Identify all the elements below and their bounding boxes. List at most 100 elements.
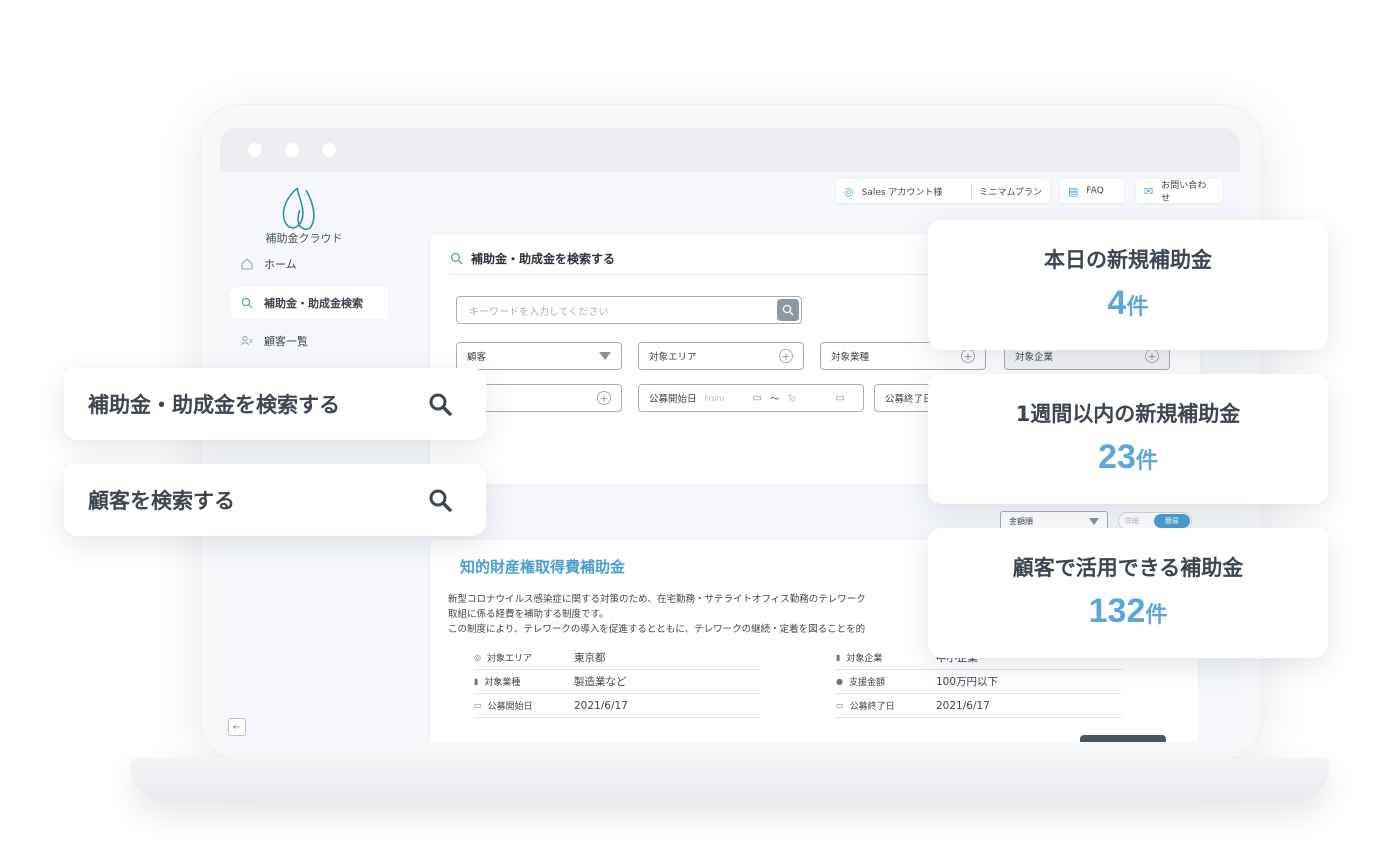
contact-button[interactable]: ✉ お問い合わせ [1136, 179, 1222, 204]
detail-button[interactable] [1080, 735, 1166, 742]
keyword-search-input[interactable]: キーワードを入力してください [456, 296, 802, 324]
info-row-industry: ▮ 対象業種 製造業など [474, 670, 760, 694]
info-label: 公募終了日 [849, 702, 895, 712]
info-row-start: ▭ 公募開始日 2021/6/17 [474, 694, 760, 718]
keyword-placeholder: キーワードを入力してください [469, 306, 609, 318]
company-filter-label: 対象企業 [1015, 352, 1054, 363]
result-title[interactable]: 知的財産権取得費補助金 [460, 556, 625, 577]
sidebar-item-label: 顧客一覧 [264, 335, 308, 348]
calendar-icon: ▭ [836, 701, 844, 710]
home-icon [240, 257, 254, 271]
account-name: Sales アカウント様 [861, 187, 943, 198]
window-dot [322, 143, 336, 157]
calendar-icon: ▭ [474, 701, 482, 710]
search-panel-title: 補助金・助成金を検索する [450, 250, 615, 267]
info-value: 製造業など [574, 676, 627, 688]
calendar-icon: ▭ [752, 392, 762, 404]
info-label: 対象業種 [484, 678, 521, 688]
result-description-line: 取組に係る経費を補助する制度です。 [448, 609, 609, 620]
result-description: 新型コロナウイルス感染症に関する対策のため、在宅勤務・サテライトオフィス勤務のテ… [448, 592, 948, 637]
area-filter-label: 対象エリア [649, 352, 697, 363]
money-bag-icon: ● [836, 677, 843, 686]
window-dot [285, 143, 299, 157]
stat-number: 23 [1098, 438, 1136, 476]
customer-select-label: 顧客 [467, 352, 487, 363]
building-icon: ▮ [474, 677, 479, 686]
account-menu[interactable]: ◎ Sales アカウント様 ミニマムプラン [836, 179, 1050, 203]
info-value: 2021/6/17 [574, 699, 628, 712]
to-placeholder: To [787, 393, 796, 403]
area-filter[interactable]: 対象エリア + [638, 342, 804, 370]
stat-value: 23件 [928, 438, 1328, 477]
stat-card-week: 1週間以内の新規補助金 23件 [928, 374, 1328, 504]
info-value: 100万円以下 [936, 676, 999, 688]
search-panel-title-text: 補助金・助成金を検索する [471, 252, 616, 266]
sidebar-item-home[interactable]: ホーム [230, 248, 388, 280]
subsidy-search-callout-label: 補助金・助成金を検索する [88, 393, 340, 417]
location-icon: ◎ [474, 653, 481, 662]
start-date-label: 公募開始日 [649, 394, 697, 405]
search-icon [782, 304, 794, 316]
calendar-icon: ▭ [835, 392, 845, 404]
view-simple-option[interactable]: 簡易 [1154, 514, 1190, 528]
app-brand: 補助金クラウド [265, 232, 343, 245]
result-description-line: この制度により、テレワークの導入を促進するとともに、テレワークの継続・定着を図る… [448, 624, 866, 635]
info-row-area: ◎ 対象エリア 東京都 [474, 646, 760, 670]
sidebar-item-customers[interactable]: 顧客一覧 [230, 325, 388, 357]
search-icon [240, 296, 254, 310]
stat-unit: 件 [1145, 602, 1168, 627]
stat-value: 4件 [928, 284, 1328, 323]
info-label: 対象エリア [486, 654, 532, 664]
stat-unit: 件 [1126, 294, 1149, 319]
info-label: 公募開始日 [487, 702, 533, 712]
stat-label: 1週間以内の新規補助金 [1015, 402, 1241, 426]
end-date-label: 公募終了日 [885, 394, 933, 405]
sort-label: 金額順 [1009, 516, 1033, 526]
stat-card-today: 本日の新規補助金 4件 [928, 220, 1328, 350]
view-detail-option[interactable]: 詳細 [1125, 516, 1139, 526]
stat-label: 顧客で活用できる補助金 [1012, 556, 1244, 580]
plan-label: ミニマムプラン [979, 187, 1042, 198]
sidebar-item-label: ホーム [264, 258, 297, 271]
industry-filter-label: 対象業種 [831, 352, 870, 363]
stat-card-customers: 顧客で活用できる補助金 132件 [928, 528, 1328, 658]
range-separator: 〜 [769, 394, 780, 405]
plus-icon: + [961, 349, 975, 363]
dropdown-icon [1089, 517, 1099, 525]
customer-select[interactable]: 顧客 [456, 342, 622, 370]
user-icon: ◎ [844, 184, 854, 198]
from-placeholder: From [704, 393, 725, 403]
sidebar-collapse-button[interactable]: ← [228, 718, 246, 736]
subsidy-search-callout[interactable]: 補助金・助成金を検索する [64, 368, 486, 440]
mail-icon: ✉ [1144, 184, 1154, 198]
customer-search-callout-label: 顧客を検索する [88, 489, 235, 513]
info-value: 2021/6/17 [936, 699, 990, 712]
info-row-end: ▭ 公募終了日 2021/6/17 [836, 694, 1122, 718]
start-date-range[interactable]: 公募開始日 From ▭ 〜 To ▭ [638, 384, 864, 412]
sidebar-item-label: 補助金・助成金検索 [264, 297, 363, 310]
info-value: 東京都 [574, 652, 606, 664]
plus-icon: + [1145, 349, 1159, 363]
dropdown-icon [599, 352, 611, 360]
logo-icon [282, 187, 315, 230]
faq-button[interactable]: ▤ FAQ [1060, 179, 1124, 203]
keyword-search-button[interactable] [777, 299, 799, 321]
search-icon [429, 393, 452, 416]
chat-icon: ▤ [1068, 184, 1079, 198]
stat-value: 132件 [928, 592, 1328, 631]
sidebar: 補助金クラウド ホーム 補助金・助成金検索 顧客一覧 ← [220, 172, 388, 742]
contact-label: お問い合わせ [1161, 181, 1207, 204]
sidebar-item-search[interactable]: 補助金・助成金検索 [230, 287, 388, 319]
building-icon: ▮ [836, 653, 841, 662]
plus-icon: + [779, 349, 793, 363]
stat-number: 132 [1088, 592, 1146, 630]
stat-unit: 件 [1135, 448, 1158, 473]
window-titlebar [220, 128, 1240, 172]
plus-icon: + [597, 391, 611, 405]
search-icon [450, 252, 463, 265]
info-label: 支援金額 [848, 678, 885, 688]
info-label: 対象企業 [846, 654, 883, 664]
laptop-base [130, 758, 1330, 802]
search-icon [429, 489, 452, 512]
customer-search-callout[interactable]: 顧客を検索する [64, 464, 486, 536]
